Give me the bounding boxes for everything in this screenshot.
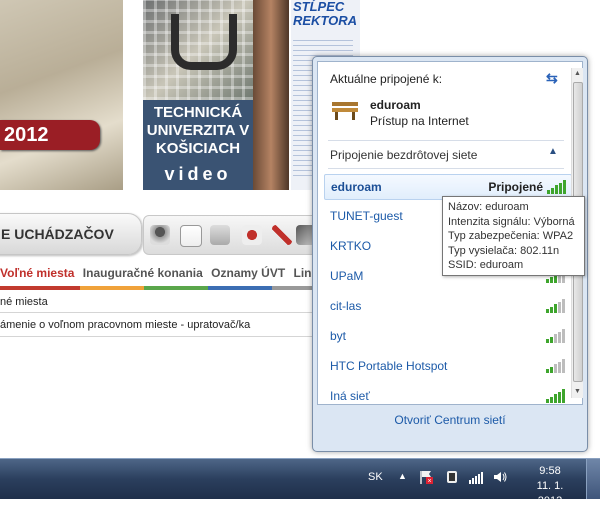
- menu-item-volne-miesta[interactable]: Voľné miesta: [0, 266, 74, 280]
- phone-icon[interactable]: [242, 225, 262, 245]
- tooltip-line: Typ vysielača: 802.11n: [448, 244, 560, 257]
- network-item[interactable]: HTC Portable Hotspot: [324, 354, 570, 378]
- menu-item-oznamy[interactable]: Oznamy ÚVT: [211, 266, 285, 280]
- wifi-signal-icon: [546, 329, 566, 343]
- quick-icon-bar: [143, 215, 320, 255]
- signal-bar: [546, 399, 549, 403]
- main-menu: Voľné miesta Inauguračné konania Oznamy …: [0, 266, 350, 282]
- taskbar: SK ▲ × 9:58 11. 1. 2012: [0, 458, 600, 507]
- signal-bar: [546, 279, 549, 283]
- tools-icon[interactable]: [272, 225, 292, 245]
- signal-bar: [550, 336, 553, 343]
- volume-icon[interactable]: [492, 469, 508, 485]
- signal-bar: [547, 190, 550, 194]
- uchadzacov-button[interactable]: E UCHÁDZAČOV: [0, 213, 142, 255]
- wifi-signal-icon: [546, 359, 566, 373]
- signal-bar: [562, 359, 565, 373]
- signal-bar: [550, 366, 553, 373]
- separator: [328, 168, 564, 169]
- signal-bar: [551, 187, 554, 194]
- signal-bar: [562, 329, 565, 343]
- signal-bar: [558, 361, 561, 373]
- network-name: eduroam: [331, 180, 382, 194]
- network-name: HTC Portable Hotspot: [330, 359, 448, 373]
- open-network-center-link[interactable]: Otvoriť Centrum sietí: [313, 413, 587, 427]
- signal-bar: [558, 331, 561, 343]
- clock-date: 11. 1. 2012: [536, 480, 564, 507]
- network-item[interactable]: Iná sieť: [324, 384, 570, 408]
- show-hidden-icons[interactable]: ▲: [398, 471, 407, 481]
- wifi-signal-icon: [546, 389, 566, 403]
- banner-video-label: video: [164, 164, 232, 184]
- chevron-up-icon[interactable]: ▲: [548, 146, 560, 158]
- tooltip-line: Intenzita signálu: Výborná: [448, 215, 575, 228]
- signal-bar: [554, 394, 557, 403]
- signal-bar: [550, 306, 553, 313]
- webpage-banner: 2012 TECHNICKÁ UNIVERZITA V KOŠICIACH vi…: [0, 0, 360, 190]
- people-icon[interactable]: [150, 225, 170, 245]
- network-signal-icon[interactable]: [468, 469, 484, 485]
- signal-bar: [563, 180, 566, 194]
- signal-bar: [562, 389, 565, 403]
- content-row-heading: né miesta: [0, 292, 320, 313]
- mosaic-logo-image: [143, 0, 253, 100]
- action-center-flag-icon[interactable]: ×: [418, 469, 434, 485]
- wifi-signal-icon: [546, 299, 566, 313]
- decorative-arc: [0, 0, 123, 126]
- menu-item-inauguracne[interactable]: Inauguračné konania: [83, 266, 203, 280]
- network-details-tooltip: Názov: eduroam Intenzita signálu: Výborn…: [442, 196, 585, 276]
- network-name: cit-las: [330, 299, 362, 313]
- signal-bar: [554, 334, 557, 343]
- current-network-name: eduroam: [370, 98, 421, 112]
- language-indicator[interactable]: SK: [368, 471, 383, 483]
- menu-color-stripe: [0, 286, 320, 290]
- separator: [328, 140, 564, 141]
- svg-text:×: ×: [427, 478, 431, 485]
- wireless-section-title[interactable]: Pripojenie bezdrôtovej siete: [330, 148, 477, 162]
- network-item[interactable]: cit-las: [324, 294, 570, 318]
- wifi-signal-icon: [547, 180, 567, 194]
- bench-network-icon: [332, 102, 358, 120]
- signal-bar: [558, 301, 561, 313]
- scroll-up-arrow-icon[interactable]: ▲: [572, 68, 583, 80]
- refresh-icon[interactable]: ⇆: [546, 70, 562, 86]
- signal-bar: [559, 182, 562, 194]
- network-name: UPaM: [330, 269, 364, 283]
- signal-bar: [546, 339, 549, 343]
- signal-bar: [550, 276, 553, 283]
- tooltip-line: Názov: eduroam: [448, 201, 529, 213]
- currently-connected-header: Aktuálne pripojené k:: [330, 72, 443, 86]
- signal-bar: [546, 369, 549, 373]
- power-plug-icon[interactable]: [444, 469, 460, 485]
- signal-bar: [554, 364, 557, 373]
- rector-column-title: STĹPEC REKTORA: [293, 0, 358, 28]
- network-name: byt: [330, 329, 347, 343]
- tooltip-line: Typ zabezpečenia: WPA2: [448, 230, 574, 243]
- banner-left-image[interactable]: 2012: [0, 0, 123, 190]
- current-network-status: Prístup na Internet: [370, 114, 469, 128]
- network-name: KRTKO: [330, 239, 372, 253]
- content-row-link[interactable]: ámenie o voľnom pracovnom mieste - uprat…: [0, 314, 320, 337]
- signal-bar: [558, 391, 561, 403]
- clock-time: 9:58: [539, 465, 561, 477]
- network-item[interactable]: byt: [324, 324, 570, 348]
- signal-bar: [554, 304, 557, 313]
- network-name: Iná sieť: [330, 389, 370, 403]
- scroll-down-arrow-icon[interactable]: ▼: [572, 386, 583, 398]
- clock[interactable]: 9:58 11. 1. 2012: [524, 464, 576, 509]
- signal-bar: [555, 185, 558, 194]
- decorative-post-image: [253, 0, 289, 190]
- signal-bar: [562, 299, 565, 313]
- signal-bar: [550, 396, 553, 403]
- show-desktop-button[interactable]: [586, 459, 600, 499]
- tooltip-line: SSID: eduroam: [448, 259, 524, 272]
- year-badge: 2012: [0, 120, 100, 150]
- signal-bar: [546, 309, 549, 313]
- document-icon[interactable]: [180, 225, 202, 247]
- banner-university-name: TECHNICKÁ UNIVERZITA V KOŠICIACH: [146, 104, 250, 157]
- banner-video-tile[interactable]: TECHNICKÁ UNIVERZITA V KOŠICIACH video: [143, 0, 253, 190]
- mail-icon[interactable]: [210, 225, 230, 245]
- network-name: TUNET-guest: [330, 209, 403, 223]
